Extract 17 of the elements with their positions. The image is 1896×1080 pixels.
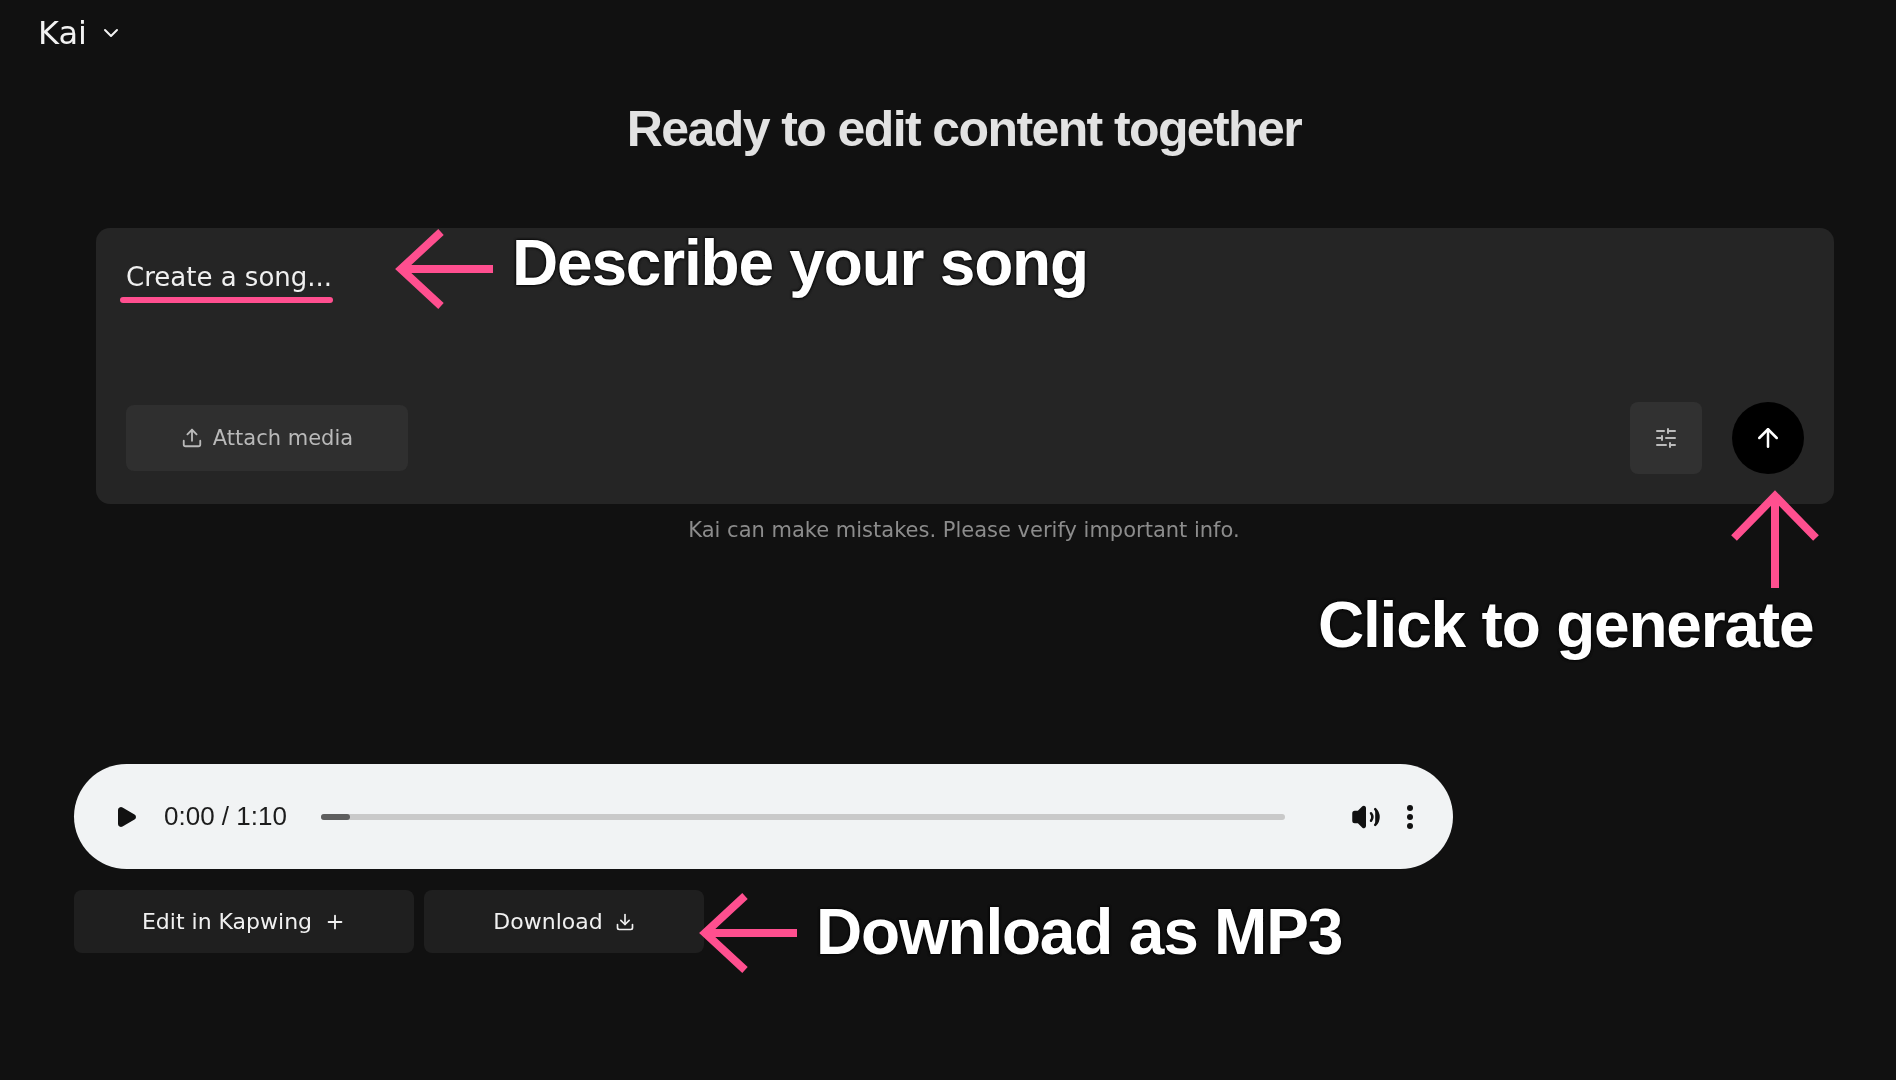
more-vertical-icon [1407, 804, 1413, 829]
page-heading: Ready to edit content together [626, 100, 1302, 158]
time-display: 0:00 / 1:10 [164, 801, 287, 832]
sliders-icon [1654, 426, 1678, 450]
upload-icon [180, 427, 203, 449]
download-button[interactable]: Download [424, 890, 704, 953]
settings-button[interactable] [1630, 402, 1702, 474]
seek-track[interactable] [320, 813, 1285, 820]
annotation-text: Click to generate [1318, 588, 1814, 662]
attach-media-button[interactable]: Attach media [126, 405, 408, 471]
edit-button[interactable]: Edit in Kapwing [74, 890, 414, 953]
annotation-text: Download as MP3 [816, 895, 1343, 969]
annotation-text: Describe your song [512, 226, 1088, 300]
more-button[interactable] [1407, 804, 1413, 829]
download-icon [614, 911, 635, 932]
disclaimer-text: Kai can make mistakes. Please verify important info. [688, 518, 1240, 542]
assistant-menu[interactable]: Kai [38, 14, 123, 52]
